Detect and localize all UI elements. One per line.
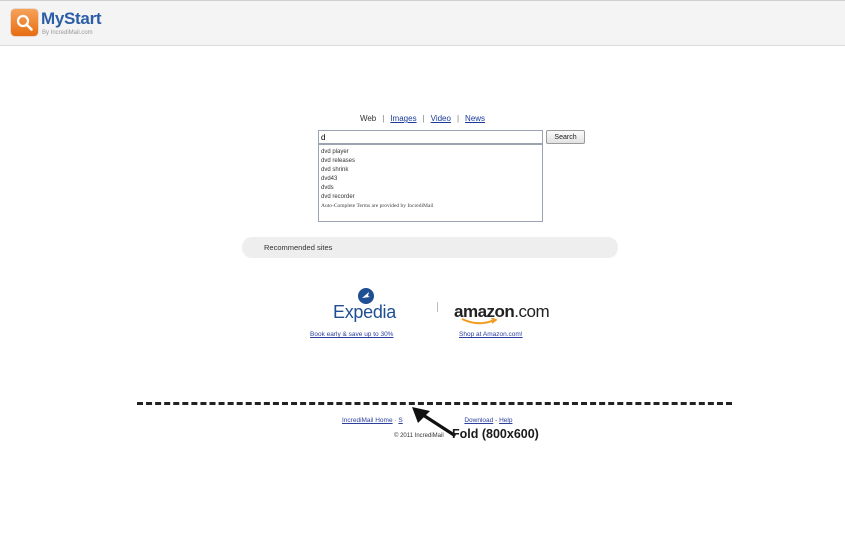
tab-video[interactable]: Video (431, 114, 451, 123)
footer-separator: - (495, 417, 498, 424)
suggestion-item[interactable]: dvd43 (321, 175, 540, 184)
tab-web[interactable]: Web (360, 114, 376, 123)
expedia-offer-link[interactable]: Book early & save up to 30% (310, 331, 393, 338)
suggestion-item[interactable]: dvd player (321, 148, 540, 157)
suggestion-item[interactable]: dvds (321, 184, 540, 193)
search-button[interactable]: Search (546, 130, 585, 144)
magnifier-icon (16, 14, 33, 31)
recommended-sites-bar: Recommended sites (242, 237, 618, 258)
footer-link-home[interactable]: IncrediMail Home (342, 417, 393, 424)
suggestion-item[interactable]: dvd recorder (321, 193, 540, 202)
amazon-smile-icon (461, 318, 498, 325)
mystart-logo-icon[interactable] (11, 9, 38, 36)
amazon-logo-suffix: .com (514, 302, 550, 321)
amazon-offer-link[interactable]: Shop at Amazon.com! (459, 331, 523, 338)
suggestion-item[interactable]: dvd shrink (321, 166, 540, 175)
footer-link-download[interactable]: Download (464, 417, 493, 424)
recommended-sites-title: Recommended sites (264, 243, 333, 252)
footer-separator: · (394, 417, 397, 424)
logo-text[interactable]: MyStart (41, 9, 102, 29)
logo-divider (437, 302, 438, 312)
search-tabs: Web | Images | Video | News (0, 114, 845, 123)
expedia-logo[interactable]: Expedia (333, 302, 396, 323)
search-input[interactable] (318, 130, 543, 144)
tab-separator: | (422, 114, 425, 123)
tab-separator: | (382, 114, 385, 123)
footer-link-help[interactable]: Help (499, 417, 512, 424)
autocomplete-dropdown: dvd player dvd releases dvd shrink dvd43… (318, 144, 543, 222)
arrow-pointer-icon (412, 407, 456, 437)
fold-annotation-label: Fold (800x600) (452, 427, 539, 441)
tab-images[interactable]: Images (390, 114, 416, 123)
logo-subtitle: By IncrediMail.com (42, 30, 93, 36)
top-bar: MyStart By IncrediMail.com (0, 0, 845, 46)
footer-link-s[interactable]: S (398, 417, 402, 424)
autocomplete-note: Auto-Complete Terms are provided by Incr… (321, 203, 434, 209)
suggestion-item[interactable]: dvd releases (321, 157, 540, 166)
tab-separator: | (456, 114, 460, 123)
tab-news[interactable]: News (465, 114, 485, 123)
